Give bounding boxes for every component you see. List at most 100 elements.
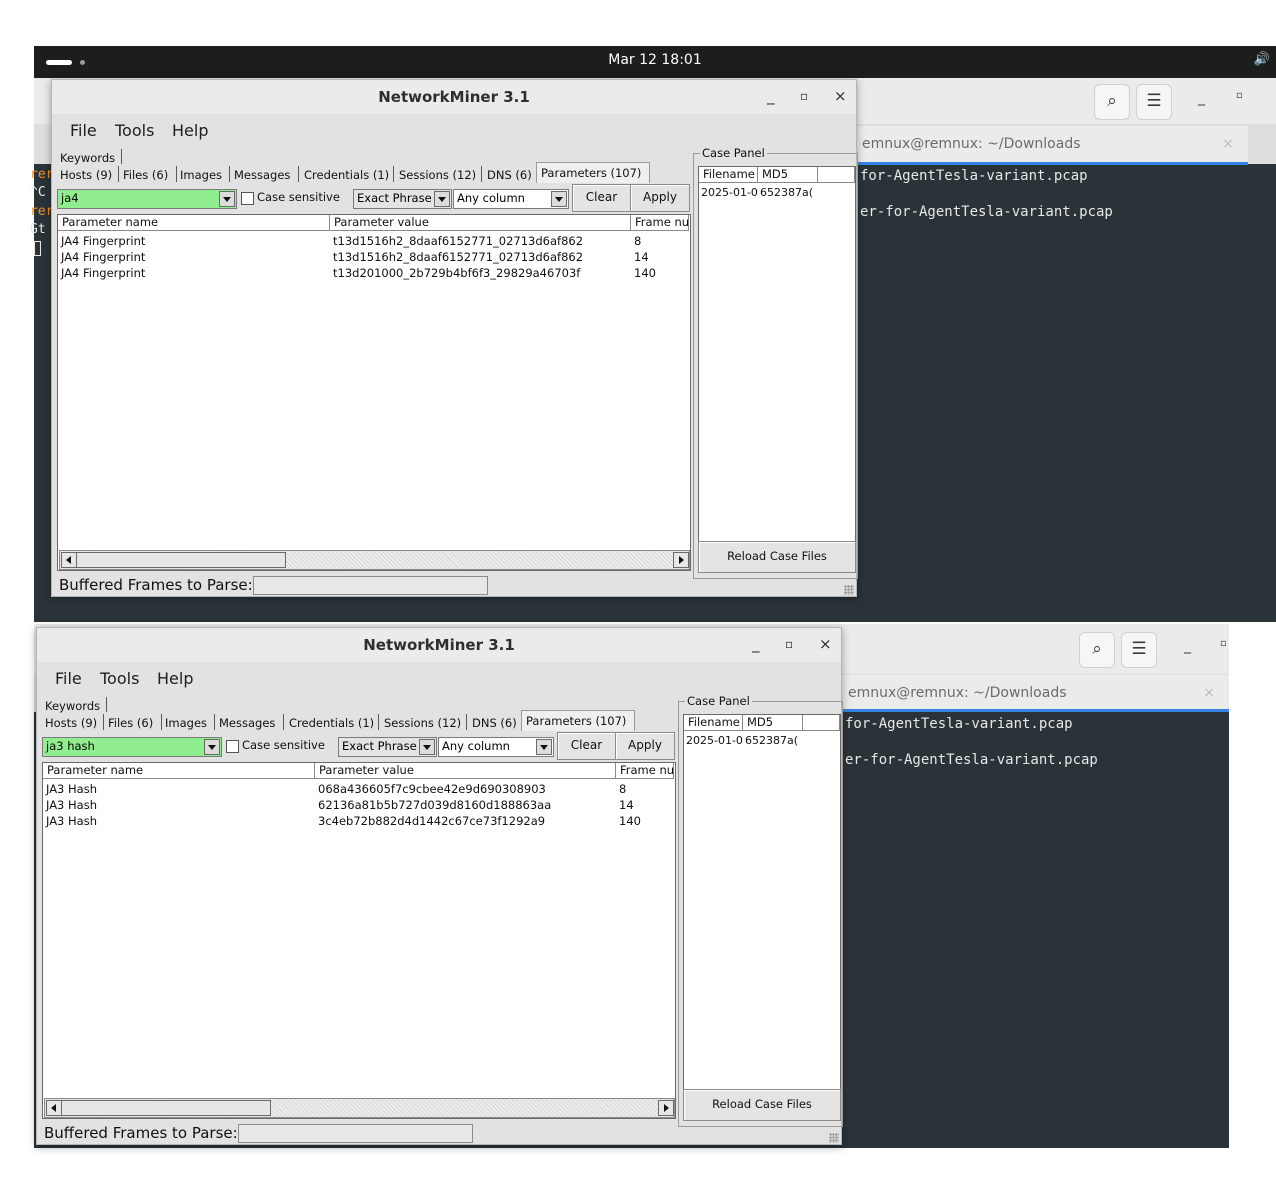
hamburger-menu-icon[interactable]: ☰ bbox=[1121, 632, 1157, 668]
minimize-icon[interactable]: _ bbox=[1198, 90, 1205, 106]
minimize-button[interactable]: _ bbox=[752, 635, 760, 653]
menu-file[interactable]: File bbox=[55, 669, 82, 688]
tab-credentials[interactable]: Credentials (1) bbox=[289, 716, 374, 730]
scroll-left-icon[interactable] bbox=[61, 552, 77, 568]
tab-hosts[interactable]: Hosts (9) bbox=[60, 168, 112, 182]
reload-case-files-button[interactable]: Reload Case Files bbox=[698, 541, 856, 573]
resize-grip-icon[interactable] bbox=[829, 1133, 839, 1143]
table-cell-name[interactable]: JA3 Hash bbox=[46, 798, 97, 812]
column-header-md5[interactable]: MD5 bbox=[743, 715, 803, 731]
search-icon[interactable]: ⌕ bbox=[1079, 632, 1115, 668]
close-tab-icon[interactable]: × bbox=[1222, 136, 1234, 152]
tab-files[interactable]: Files (6) bbox=[108, 716, 153, 730]
table-cell-value[interactable]: 068a436605f7c9cbee42e9d690308903 bbox=[318, 782, 546, 796]
clear-button[interactable]: Clear bbox=[572, 184, 631, 212]
table-cell-name[interactable]: JA3 Hash bbox=[46, 814, 97, 828]
table-cell-frame[interactable]: 14 bbox=[619, 798, 634, 812]
dropdown-arrow-icon[interactable] bbox=[204, 739, 220, 755]
reload-case-files-button[interactable]: Reload Case Files bbox=[683, 1089, 841, 1121]
menu-file[interactable]: File bbox=[70, 121, 97, 140]
tab-keywords[interactable]: Keywords bbox=[60, 151, 115, 165]
maximize-icon[interactable]: ▫ bbox=[1220, 638, 1227, 649]
apply-button[interactable]: Apply bbox=[615, 732, 675, 760]
scroll-right-icon[interactable] bbox=[673, 552, 689, 568]
close-button[interactable]: × bbox=[819, 635, 832, 653]
tab-messages[interactable]: Messages bbox=[234, 168, 290, 182]
resize-grip-icon[interactable] bbox=[844, 585, 854, 595]
scroll-thumb[interactable] bbox=[76, 552, 286, 568]
tab-dns[interactable]: DNS (6) bbox=[487, 168, 532, 182]
case-sensitive-checkbox[interactable] bbox=[226, 740, 239, 753]
table-cell-name[interactable]: JA4 Fingerprint bbox=[61, 250, 145, 264]
column-header-parameter-value[interactable]: Parameter value bbox=[315, 763, 616, 779]
terminal-tab-bottom[interactable]: emnux@remnux: ~/Downloads × bbox=[842, 675, 1229, 709]
dropdown-arrow-icon[interactable] bbox=[219, 191, 235, 207]
tab-parameters-active[interactable]: Parameters (107) bbox=[521, 710, 635, 731]
tab-sessions[interactable]: Sessions (12) bbox=[399, 168, 476, 182]
tab-sessions[interactable]: Sessions (12) bbox=[384, 716, 461, 730]
column-header-parameter-value[interactable]: Parameter value bbox=[330, 215, 631, 231]
table-cell-frame[interactable]: 8 bbox=[619, 782, 626, 796]
horizontal-scrollbar[interactable] bbox=[59, 550, 690, 570]
tab-dns[interactable]: DNS (6) bbox=[472, 716, 517, 730]
volume-icon[interactable]: 🔊 bbox=[1254, 52, 1270, 67]
table-cell-frame[interactable]: 8 bbox=[634, 234, 641, 248]
tab-images[interactable]: Images bbox=[180, 168, 222, 182]
close-tab-icon[interactable]: × bbox=[1203, 685, 1215, 701]
case-file-md5[interactable]: 652387a( bbox=[745, 734, 798, 747]
tab-messages[interactable]: Messages bbox=[219, 716, 275, 730]
maximize-button[interactable]: ▫ bbox=[800, 89, 808, 103]
menu-help[interactable]: Help bbox=[157, 669, 193, 688]
filter-combo[interactable]: ja3 hash bbox=[42, 737, 222, 757]
dropdown-arrow-icon[interactable] bbox=[551, 191, 567, 207]
search-icon[interactable]: ⌕ bbox=[1094, 84, 1130, 120]
table-cell-value[interactable]: 62136a81b5b727d039d8160d188863aa bbox=[318, 798, 551, 812]
table-cell-frame[interactable]: 140 bbox=[634, 266, 656, 280]
apply-button[interactable]: Apply bbox=[630, 184, 690, 212]
table-cell-value[interactable]: t13d201000_2b729b4bf6f3_29829a46703f bbox=[333, 266, 580, 280]
tab-credentials[interactable]: Credentials (1) bbox=[304, 168, 389, 182]
maximize-button[interactable]: ▫ bbox=[785, 637, 793, 651]
filter-combo[interactable]: ja4 bbox=[57, 189, 237, 209]
table-cell-value[interactable]: t13d1516h2_8daaf6152771_02713d6af862 bbox=[333, 234, 583, 248]
menu-tools[interactable]: Tools bbox=[100, 669, 139, 688]
menu-tools[interactable]: Tools bbox=[115, 121, 154, 140]
dropdown-arrow-icon[interactable] bbox=[434, 191, 450, 207]
column-scope-combo[interactable]: Any column bbox=[438, 737, 554, 757]
dropdown-arrow-icon[interactable] bbox=[419, 739, 435, 755]
minimize-icon[interactable]: _ bbox=[1184, 638, 1191, 654]
column-header-frame-number[interactable]: Frame nu bbox=[631, 215, 689, 231]
scroll-right-icon[interactable] bbox=[658, 1100, 674, 1116]
terminal-tab-top[interactable]: emnux@remnux: ~/Downloads × bbox=[856, 126, 1248, 162]
tab-hosts[interactable]: Hosts (9) bbox=[45, 716, 97, 730]
maximize-icon[interactable]: ▫ bbox=[1236, 90, 1243, 101]
column-header-parameter-name[interactable]: Parameter name bbox=[43, 763, 315, 779]
hamburger-menu-icon[interactable]: ☰ bbox=[1136, 84, 1172, 120]
scroll-left-icon[interactable] bbox=[46, 1100, 62, 1116]
title-bar[interactable]: NetworkMiner 3.1 _ ▫ × bbox=[37, 628, 841, 662]
title-bar[interactable]: NetworkMiner 3.1 _ ▫ × bbox=[52, 80, 856, 114]
tab-keywords[interactable]: Keywords bbox=[45, 699, 100, 713]
menu-help[interactable]: Help bbox=[172, 121, 208, 140]
dropdown-arrow-icon[interactable] bbox=[536, 739, 552, 755]
clock[interactable]: Mar 12 18:01 bbox=[34, 52, 1276, 68]
column-header-filename[interactable]: Filename bbox=[699, 167, 758, 183]
scroll-thumb[interactable] bbox=[61, 1100, 271, 1116]
column-header-parameter-name[interactable]: Parameter name bbox=[58, 215, 330, 231]
column-header-frame-number[interactable]: Frame nu bbox=[616, 763, 674, 779]
case-file-md5[interactable]: 652387a( bbox=[760, 186, 813, 199]
table-cell-value[interactable]: 3c4eb72b882d4d1442c67ce73f1292a9 bbox=[318, 814, 545, 828]
column-header-filename[interactable]: Filename bbox=[684, 715, 743, 731]
case-sensitive-checkbox[interactable] bbox=[241, 192, 254, 205]
close-button[interactable]: × bbox=[834, 87, 847, 105]
match-mode-combo[interactable]: Exact Phrase bbox=[338, 737, 437, 757]
tab-images[interactable]: Images bbox=[165, 716, 207, 730]
table-cell-frame[interactable]: 140 bbox=[619, 814, 641, 828]
match-mode-combo[interactable]: Exact Phrase bbox=[353, 189, 452, 209]
column-scope-combo[interactable]: Any column bbox=[453, 189, 569, 209]
table-cell-value[interactable]: t13d1516h2_8daaf6152771_02713d6af862 bbox=[333, 250, 583, 264]
clear-button[interactable]: Clear bbox=[557, 732, 616, 760]
table-cell-name[interactable]: JA3 Hash bbox=[46, 782, 97, 796]
table-cell-frame[interactable]: 14 bbox=[634, 250, 649, 264]
tab-parameters-active[interactable]: Parameters (107) bbox=[536, 162, 650, 183]
